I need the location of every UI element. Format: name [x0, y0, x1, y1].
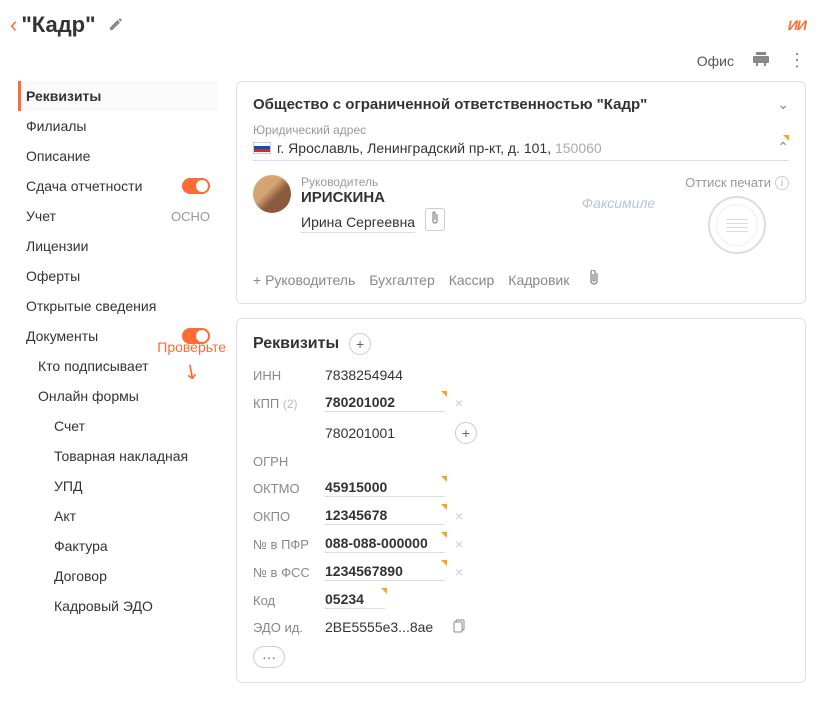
sidebar-item-17[interactable]: Кадровый ЭДО	[18, 591, 218, 621]
edo-label: ЭДО ид.	[253, 620, 325, 635]
sidebar: Реквизиты Филиалы Описание Сдача отчетности…	[18, 81, 218, 683]
okpo-value[interactable]: 12345678	[325, 507, 445, 525]
sidebar-item-12[interactable]: Товарная накладная	[18, 441, 218, 471]
sidebar-item-14[interactable]: Акт	[18, 501, 218, 531]
more-options-button[interactable]: ···	[253, 646, 285, 668]
sidebar-item-7[interactable]: Открытые сведения	[18, 291, 218, 321]
page-title: "Кадр"	[21, 12, 95, 38]
sidebar-item-label: Счет	[54, 418, 85, 434]
sidebar-item-3[interactable]: Сдача отчетности	[18, 171, 218, 201]
sidebar-item-9[interactable]: Кто подписывает	[18, 351, 218, 381]
sidebar-item-label: Товарная накладная	[54, 448, 188, 464]
clear-icon[interactable]: ×	[455, 508, 463, 524]
pfr-label: № в ПФР	[253, 537, 325, 552]
leader-lastname[interactable]: ИРИСКИНА	[301, 189, 552, 206]
leader-label: Руководитель	[301, 175, 552, 189]
kpp-value-2[interactable]: 780201001	[325, 425, 445, 442]
chevron-up-icon[interactable]: ⌃	[777, 139, 789, 156]
toggle[interactable]	[182, 328, 210, 344]
fss-value[interactable]: 1234567890	[325, 563, 445, 581]
sidebar-item-label: Описание	[26, 148, 90, 164]
sidebar-item-15[interactable]: Фактура	[18, 531, 218, 561]
sidebar-item-label: Учет	[26, 208, 56, 224]
requisites-card: Реквизиты + ИНН7838254944 КПП (2)7802010…	[236, 318, 806, 683]
sidebar-item-label: Онлайн формы	[38, 388, 139, 404]
okpo-label: ОКПО	[253, 509, 325, 524]
sidebar-item-10[interactable]: Онлайн формы	[18, 381, 218, 411]
more-vertical-icon[interactable]: ⋮	[788, 50, 806, 71]
stamp-placeholder[interactable]	[708, 196, 766, 254]
sidebar-item-6[interactable]: Оферты	[18, 261, 218, 291]
clear-icon[interactable]: ×	[455, 395, 463, 411]
back-chevron-icon[interactable]: ‹	[10, 12, 17, 38]
address-label: Юридический адрес	[253, 123, 789, 137]
role-hr[interactable]: Кадровик	[508, 272, 569, 288]
requisites-title: Реквизиты	[253, 335, 339, 353]
role-cashier[interactable]: Кассир	[449, 272, 495, 288]
inn-label: ИНН	[253, 368, 325, 383]
sidebar-item-label: Кто подписывает	[38, 358, 149, 374]
kpp-value-1[interactable]: 780201002	[325, 394, 445, 412]
ogrn-label: ОГРН	[253, 454, 325, 469]
sidebar-item-label: Открытые сведения	[26, 298, 156, 314]
ii-icon[interactable]: ИИ	[788, 17, 806, 33]
sidebar-item-label: Договор	[54, 568, 107, 584]
org-card: Общество с ограниченной ответственностью…	[236, 81, 806, 304]
add-requisite-button[interactable]: +	[349, 333, 371, 355]
sidebar-item-11[interactable]: Счет	[18, 411, 218, 441]
edit-icon[interactable]	[108, 16, 124, 35]
chevron-down-icon[interactable]: ⌄	[777, 96, 789, 113]
sidebar-item-label: Лицензии	[26, 238, 88, 254]
sidebar-item-16[interactable]: Договор	[18, 561, 218, 591]
ru-flag-icon	[253, 142, 271, 154]
fss-label: № в ФСС	[253, 565, 325, 580]
copy-icon[interactable]	[453, 619, 467, 636]
clear-icon[interactable]: ×	[455, 536, 463, 552]
sidebar-item-label: Оферты	[26, 268, 80, 284]
code-value[interactable]: 05234	[325, 591, 385, 609]
oktmo-label: ОКТМО	[253, 481, 325, 496]
sidebar-item-2[interactable]: Описание	[18, 141, 218, 171]
org-name: Общество с ограниченной ответственностью…	[253, 96, 647, 113]
pfr-value[interactable]: 088-088-000000	[325, 535, 445, 553]
sidebar-item-label: Филиалы	[26, 118, 86, 134]
oktmo-value[interactable]: 45915000	[325, 479, 445, 497]
edo-value[interactable]: 2BE5555e3...8ae	[325, 619, 445, 636]
sidebar-item-label: Сдача отчетности	[26, 178, 142, 194]
inn-value[interactable]: 7838254944	[325, 367, 445, 384]
info-icon[interactable]: i	[775, 176, 789, 190]
role-accountant[interactable]: Бухгалтер	[369, 272, 434, 288]
sidebar-item-label: Фактура	[54, 538, 108, 554]
clear-icon[interactable]: ×	[455, 564, 463, 580]
paperclip-icon[interactable]	[589, 270, 601, 289]
paperclip-icon[interactable]	[425, 208, 445, 231]
sidebar-item-4[interactable]: Учет ОСНО	[18, 201, 218, 231]
add-leader-button[interactable]: + Руководитель	[253, 272, 355, 288]
avatar[interactable]	[253, 175, 291, 213]
badge: ОСНО	[171, 209, 210, 224]
code-label: Код	[253, 593, 325, 608]
sidebar-item-label: Кадровый ЭДО	[54, 598, 153, 614]
print-icon[interactable]	[752, 50, 770, 71]
sidebar-item-label: Акт	[54, 508, 76, 524]
address-text[interactable]: г. Ярославль, Ленинградский пр-кт, д. 10…	[277, 140, 602, 156]
sidebar-item-1[interactable]: Филиалы	[18, 111, 218, 141]
facsimile-placeholder[interactable]: Факсимиле	[582, 195, 655, 211]
sidebar-item-8[interactable]: Документы	[18, 321, 218, 351]
sidebar-item-label: Реквизиты	[26, 88, 101, 104]
office-link[interactable]: Офис	[697, 53, 734, 69]
add-kpp-button[interactable]: +	[455, 422, 477, 444]
toggle[interactable]	[182, 178, 210, 194]
sidebar-item-0[interactable]: Реквизиты	[18, 81, 218, 111]
sidebar-item-label: Документы	[26, 328, 98, 344]
kpp-label: КПП (2)	[253, 396, 325, 411]
stamp-label: Оттиск печатиi	[685, 175, 789, 190]
sidebar-item-13[interactable]: УПД	[18, 471, 218, 501]
leader-firstname[interactable]: Ирина Сергеевна	[301, 214, 415, 233]
sidebar-item-5[interactable]: Лицензии	[18, 231, 218, 261]
sidebar-item-label: УПД	[54, 478, 82, 494]
